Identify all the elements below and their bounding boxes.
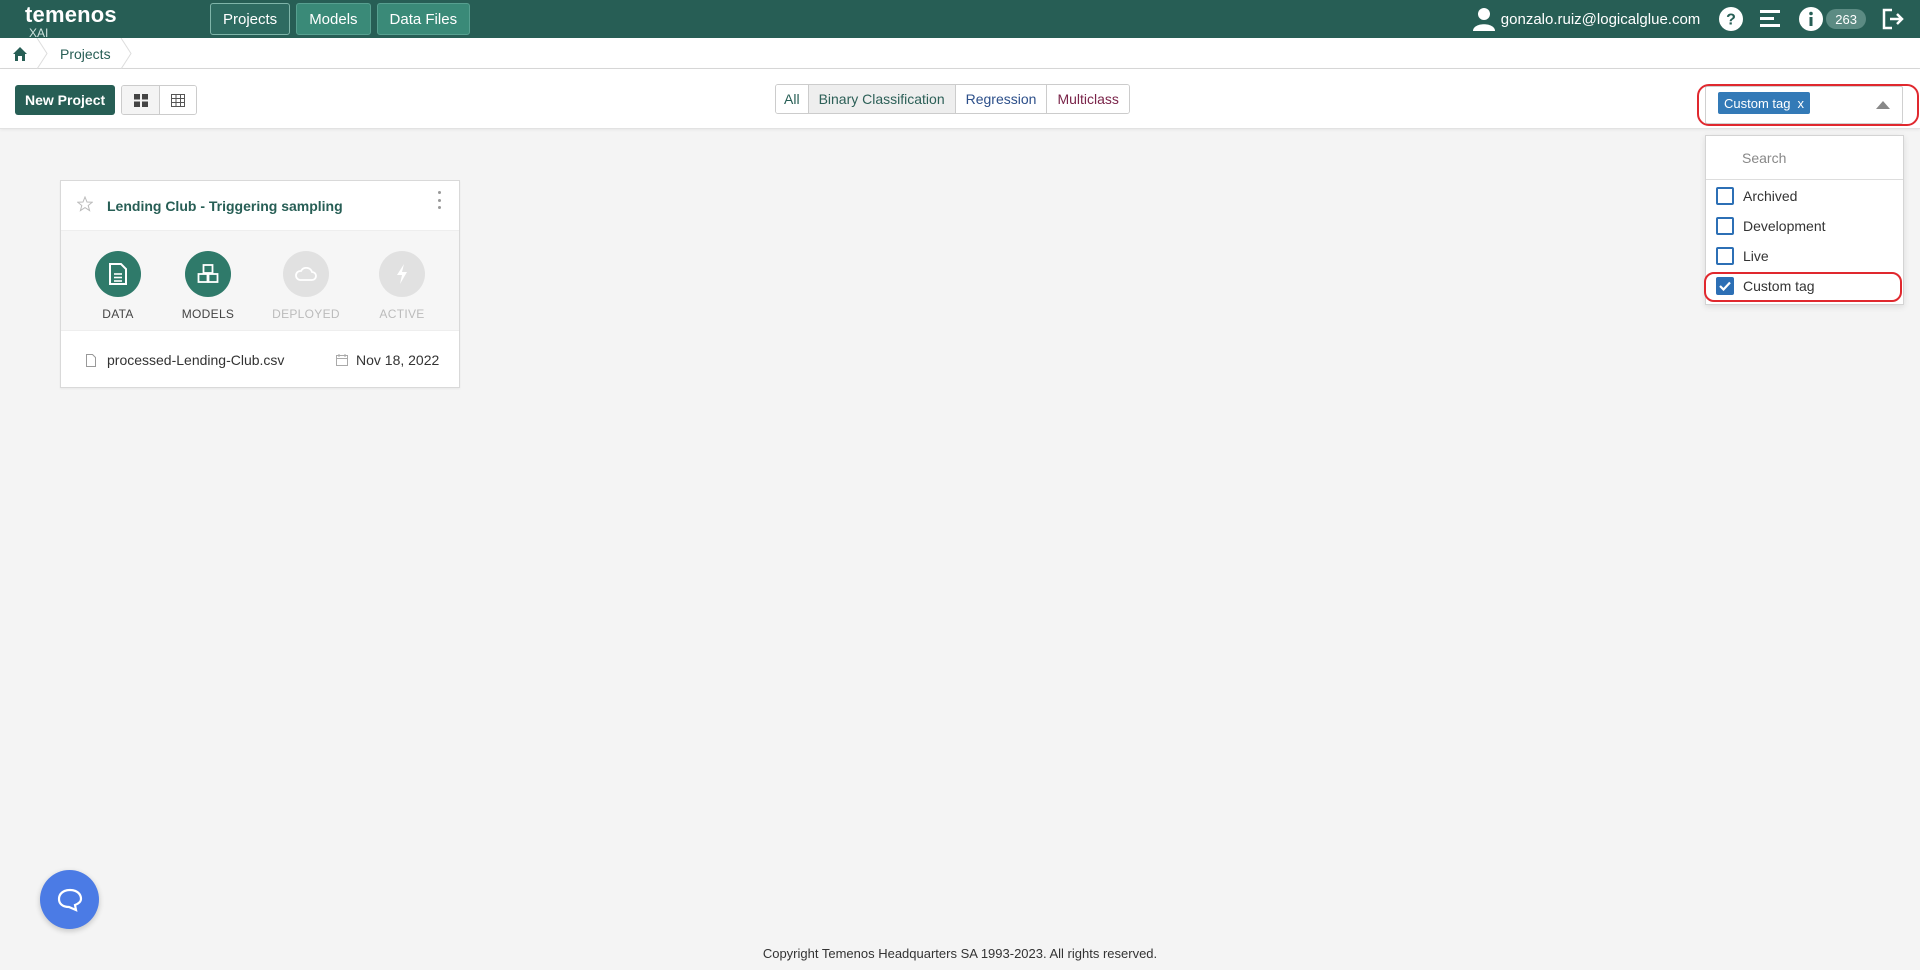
breadcrumb-separator: [36, 38, 48, 69]
project-card[interactable]: Lending Club - Triggering sampling DATA …: [60, 180, 460, 388]
new-project-button[interactable]: New Project: [15, 85, 116, 115]
home-icon[interactable]: [12, 46, 28, 62]
logout-button[interactable]: [1880, 6, 1906, 32]
info-icon: [1799, 7, 1824, 31]
selected-tag-label: Custom tag: [1724, 95, 1791, 111]
nav-tab-models[interactable]: Models: [296, 3, 371, 35]
remove-tag-button[interactable]: x: [1797, 96, 1804, 111]
filter-binary-classification[interactable]: Binary Classification: [807, 85, 955, 113]
checkbox-checked[interactable]: [1716, 277, 1734, 295]
breadcrumb-separator: [120, 38, 132, 69]
stage-label: DEPLOYED: [272, 307, 340, 321]
notification-count-badge[interactable]: 263: [1826, 9, 1866, 29]
chat-button[interactable]: [40, 870, 99, 929]
grid-view-button[interactable]: [122, 86, 159, 114]
cubes-icon: [185, 251, 231, 297]
stage-active: ACTIVE: [367, 251, 437, 321]
tag-option-custom-tag[interactable]: Custom tag: [1706, 271, 1903, 301]
stage-deployed: DEPLOYED: [271, 251, 341, 321]
checkbox[interactable]: [1716, 217, 1734, 235]
help-button[interactable]: ?: [1718, 6, 1744, 32]
kebab-menu-icon[interactable]: [436, 191, 442, 209]
chat-icon: [57, 888, 82, 912]
table-view-button[interactable]: [159, 86, 196, 114]
user-menu[interactable]: gonzalo.ruiz@logicalglue.com: [1472, 7, 1701, 31]
card-footer: processed-Lending-Club.csv Nov 18, 2022: [61, 331, 459, 387]
nav-tab-data-files[interactable]: Data Files: [376, 3, 471, 35]
breadcrumb: Projects: [0, 38, 1920, 69]
breadcrumb-projects[interactable]: Projects: [60, 46, 111, 62]
footer-copyright: Copyright Temenos Headquarters SA 1993-2…: [762, 946, 1158, 961]
checkmark-icon: [1719, 281, 1731, 291]
tag-option-label: Archived: [1743, 188, 1798, 204]
help-icon: ?: [1719, 7, 1744, 31]
view-toggle: [121, 85, 197, 115]
tag-option-live[interactable]: Live: [1706, 241, 1903, 271]
stage-data[interactable]: DATA: [83, 251, 153, 321]
checkbox[interactable]: [1716, 187, 1734, 205]
tag-option-development[interactable]: Development: [1706, 211, 1903, 241]
grid-view-icon: [133, 93, 148, 107]
svg-text:?: ?: [1726, 12, 1736, 29]
main-nav: Projects Models Data Files: [210, 3, 471, 35]
user-icon: [1472, 8, 1495, 31]
info-button[interactable]: [1798, 6, 1824, 32]
tag-option-label: Development: [1743, 218, 1826, 234]
project-title[interactable]: Lending Club - Triggering sampling: [107, 198, 343, 214]
star-icon[interactable]: [77, 196, 93, 212]
file-icon: [86, 354, 96, 367]
table-view-icon: [171, 93, 185, 107]
stage-label: ACTIVE: [379, 307, 425, 321]
list-button[interactable]: [1758, 6, 1784, 32]
card-header: Lending Club - Triggering sampling: [61, 181, 459, 231]
document-icon: [95, 251, 141, 297]
checkbox[interactable]: [1716, 247, 1734, 265]
tag-option-label: Custom tag: [1743, 278, 1815, 294]
calendar-icon: [336, 354, 348, 366]
nav-right: gonzalo.ruiz@logicalglue.com ? 263: [1472, 0, 1920, 38]
projects-toolbar: New Project All Binary Classification Re…: [0, 69, 1920, 129]
project-date: Nov 18, 2022: [356, 352, 440, 368]
cloud-icon: [283, 251, 329, 297]
nav-tab-projects[interactable]: Projects: [210, 3, 291, 35]
tag-filter-select[interactable]: Custom tag x: [1705, 86, 1903, 124]
brand-name: temenos: [25, 2, 117, 27]
user-email: gonzalo.ruiz@logicalglue.com: [1500, 10, 1701, 28]
logout-icon: [1882, 8, 1904, 30]
filter-multiclass[interactable]: Multiclass: [1046, 85, 1129, 113]
brand-logo[interactable]: temenos XAI: [25, 2, 117, 40]
top-navbar: temenos XAI Projects Models Data Files g…: [0, 0, 1920, 40]
tag-option-label: Live: [1743, 248, 1769, 264]
tag-option-archived[interactable]: Archived: [1706, 181, 1903, 211]
project-stages: DATA MODELS DEPLOYED ACTIVE: [61, 231, 459, 331]
selected-tag-chip: Custom tag x: [1718, 92, 1810, 114]
data-file-name[interactable]: processed-Lending-Club.csv: [107, 352, 284, 368]
filter-all[interactable]: All: [776, 85, 808, 113]
type-filters: All Binary Classification Regression Mul…: [775, 84, 1130, 114]
stage-label: DATA: [102, 307, 134, 321]
bolt-icon: [379, 251, 425, 297]
filter-regression[interactable]: Regression: [954, 85, 1047, 113]
list-icon: [1760, 10, 1781, 27]
stage-models[interactable]: MODELS: [173, 251, 243, 321]
caret-up-icon[interactable]: [1876, 101, 1890, 109]
tag-search-input[interactable]: [1706, 136, 1903, 180]
tag-dropdown: Archived Development Live Custom tag: [1705, 135, 1904, 305]
stage-label: MODELS: [181, 307, 235, 321]
